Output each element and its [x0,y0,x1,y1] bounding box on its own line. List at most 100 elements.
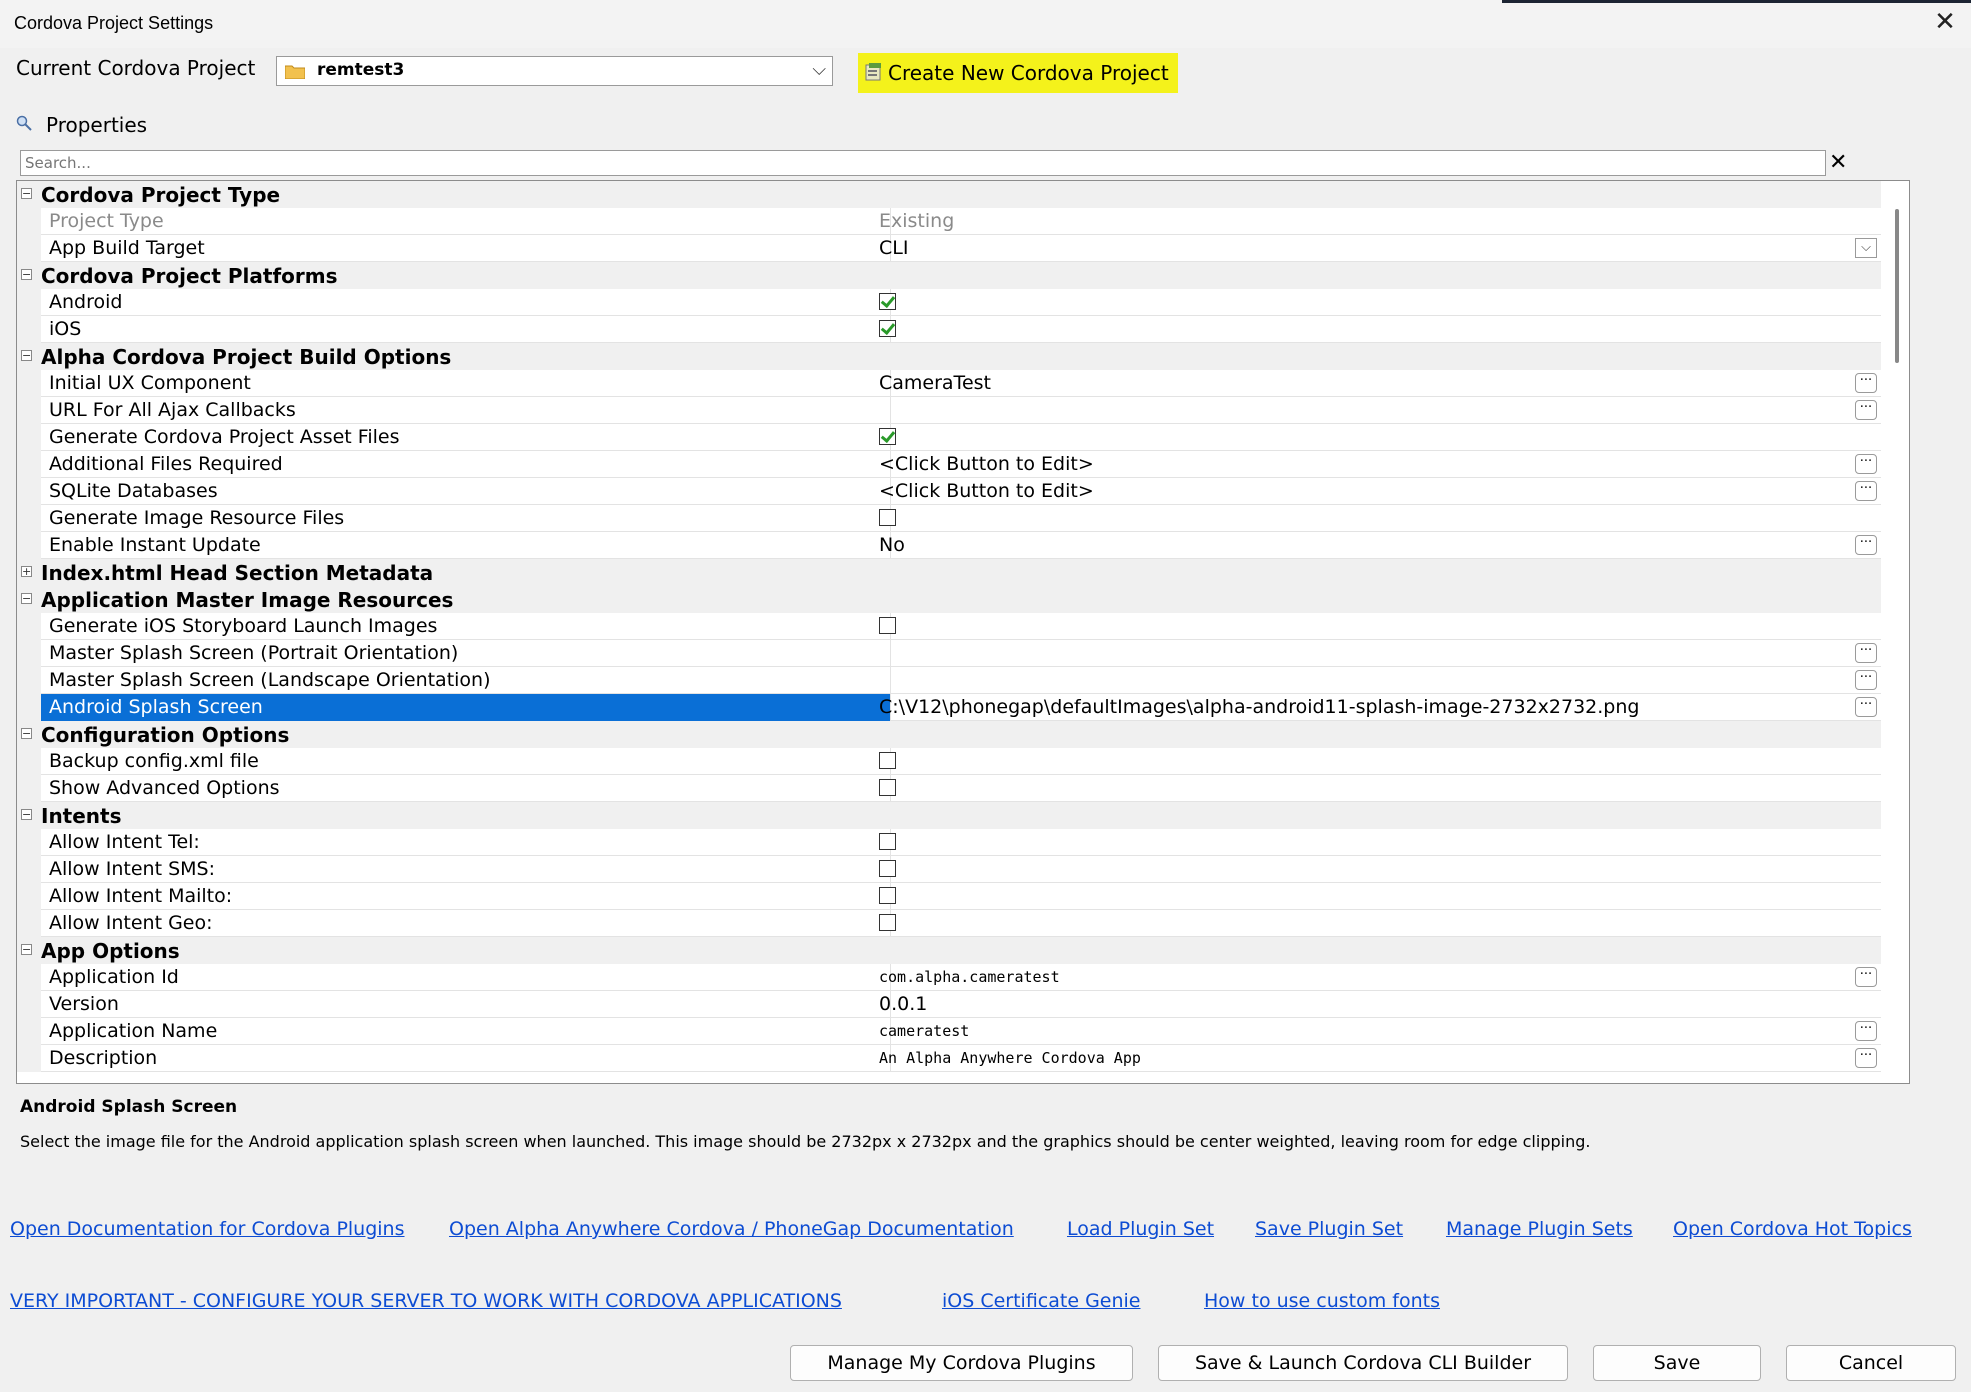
property-checkbox[interactable] [879,779,896,796]
expand-icon[interactable]: + [21,566,32,577]
collapse-icon[interactable]: − [21,728,32,739]
link-custom-fonts[interactable]: How to use custom fonts [1204,1290,1440,1312]
property-name[interactable]: Additional Files Required [41,451,891,478]
link-configure-server[interactable]: VERY IMPORTANT - CONFIGURE YOUR SERVER T… [10,1290,842,1312]
collapse-icon[interactable]: − [21,809,32,820]
property-value[interactable]: com.alpha.cameratest [875,964,1855,991]
property-row-master-splash-screen-portrait-orientation[interactable]: Master Splash Screen (Portrait Orientati… [17,640,1881,667]
property-checkbox[interactable] [879,509,896,526]
ellipsis-button[interactable]: ··· [1855,670,1877,690]
property-row-allow-intent-mailto[interactable]: Allow Intent Mailto: [17,883,1881,910]
property-row-generate-ios-storyboard-launch-images[interactable]: Generate iOS Storyboard Launch Images [17,613,1881,640]
property-value[interactable]: CameraTest [875,370,1855,397]
chevron-down-icon[interactable]: ⌵ [812,59,826,80]
property-name[interactable]: Android Splash Screen [41,694,891,721]
property-checkbox[interactable] [879,860,896,877]
vertical-scrollbar[interactable] [1885,181,1909,1083]
property-row-android[interactable]: Android [17,289,1881,316]
ellipsis-button[interactable]: ··· [1855,1048,1877,1068]
property-name[interactable]: Version [41,991,891,1018]
category-row-intents[interactable]: − Intents [17,802,1881,829]
ellipsis-button[interactable]: ··· [1855,454,1877,474]
property-row-initial-ux-component[interactable]: Initial UX Component CameraTest ··· [17,370,1881,397]
property-row-project-type[interactable]: Project Type Existing [17,208,1881,235]
property-row-app-build-target[interactable]: App Build Target CLI ⌵ [17,235,1881,262]
property-name[interactable]: Application Name [41,1018,891,1045]
property-name[interactable]: Generate Cordova Project Asset Files [41,424,891,451]
property-checkbox[interactable] [879,428,896,445]
property-search[interactable] [20,150,1826,176]
property-checkbox[interactable] [879,887,896,904]
property-name[interactable]: SQLite Databases [41,478,891,505]
category-row-cordova-project-type[interactable]: − Cordova Project Type [17,181,1881,208]
collapse-icon[interactable]: − [21,944,32,955]
property-name[interactable]: Show Advanced Options [41,775,891,802]
property-name[interactable]: Allow Intent SMS: [41,856,891,883]
link-save-plugin-set[interactable]: Save Plugin Set [1255,1218,1403,1240]
property-checkbox[interactable] [879,833,896,850]
property-name[interactable]: Application Id [41,964,891,991]
property-value[interactable]: 0.0.1 [875,991,1855,1018]
link-load-plugin-set[interactable]: Load Plugin Set [1067,1218,1214,1240]
property-name[interactable]: Project Type [41,208,891,235]
property-name[interactable]: Enable Instant Update [41,532,891,559]
property-name[interactable]: Generate iOS Storyboard Launch Images [41,613,891,640]
property-checkbox[interactable] [879,617,896,634]
ellipsis-button[interactable]: ··· [1855,373,1877,393]
ellipsis-button[interactable]: ··· [1855,967,1877,987]
collapse-icon[interactable]: − [21,593,32,604]
property-value[interactable]: CLI [875,235,1855,262]
property-row-allow-intent-tel[interactable]: Allow Intent Tel: [17,829,1881,856]
property-name[interactable]: Generate Image Resource Files [41,505,891,532]
property-value[interactable]: Existing [875,208,1855,235]
property-value[interactable] [875,667,1855,694]
property-checkbox[interactable] [879,752,896,769]
property-row-generate-image-resource-files[interactable]: Generate Image Resource Files [17,505,1881,532]
property-row-allow-intent-sms[interactable]: Allow Intent SMS: [17,856,1881,883]
property-checkbox[interactable] [879,914,896,931]
save-launch-button[interactable]: Save & Launch Cordova CLI Builder [1158,1345,1568,1381]
property-value[interactable] [875,397,1855,424]
property-value[interactable]: cameratest [875,1018,1855,1045]
property-name[interactable]: Backup config.xml file [41,748,891,775]
ellipsis-button[interactable]: ··· [1855,1021,1877,1041]
property-name[interactable]: Allow Intent Tel: [41,829,891,856]
category-row-configuration-options[interactable]: − Configuration Options [17,721,1881,748]
property-name[interactable]: URL For All Ajax Callbacks [41,397,891,424]
property-checkbox[interactable] [879,293,896,310]
manage-plugins-button[interactable]: Manage My Cordova Plugins [790,1345,1133,1381]
collapse-icon[interactable]: − [21,269,32,280]
property-row-application-name[interactable]: Application Name cameratest ··· [17,1018,1881,1045]
property-row-allow-intent-geo[interactable]: Allow Intent Geo: [17,910,1881,937]
property-value[interactable] [875,640,1855,667]
property-name[interactable]: Android [41,289,891,316]
cancel-button[interactable]: Cancel [1786,1345,1956,1381]
property-name[interactable]: Master Splash Screen (Portrait Orientati… [41,640,891,667]
category-row-app-options[interactable]: − App Options [17,937,1881,964]
category-row-application-master-image-resources[interactable]: − Application Master Image Resources [17,586,1881,613]
link-phonegap-docs[interactable]: Open Alpha Anywhere Cordova / PhoneGap D… [449,1218,1014,1240]
property-value[interactable]: An Alpha Anywhere Cordova App [875,1045,1855,1072]
property-row-enable-instant-update[interactable]: Enable Instant Update No ··· [17,532,1881,559]
property-name[interactable]: Allow Intent Mailto: [41,883,891,910]
property-search-input[interactable] [21,151,1825,175]
category-row-alpha-cordova-project-build-options[interactable]: − Alpha Cordova Project Build Options [17,343,1881,370]
property-row-additional-files-required[interactable]: Additional Files Required <Click Button t… [17,451,1881,478]
property-row-android-splash-screen[interactable]: Android Splash Screen C:\V12\phonegap\def… [17,694,1881,721]
create-project-button[interactable]: Create New Cordova Project [858,53,1178,93]
property-value[interactable]: C:\V12\phonegap\defaultImages\alpha-andr… [875,694,1855,721]
property-value[interactable]: <Click Button to Edit> [875,451,1855,478]
property-row-sqlite-databases[interactable]: SQLite Databases <Click Button to Edit> ··… [17,478,1881,505]
property-row-ios[interactable]: iOS [17,316,1881,343]
property-row-version[interactable]: Version 0.0.1 [17,991,1881,1018]
clear-search-icon[interactable]: ✕ [1829,150,1847,175]
property-row-show-advanced-options[interactable]: Show Advanced Options [17,775,1881,802]
collapse-icon[interactable]: − [21,188,32,199]
collapse-icon[interactable]: − [21,350,32,361]
property-row-description[interactable]: Description An Alpha Anywhere Cordova App… [17,1045,1881,1072]
link-plugins-docs[interactable]: Open Documentation for Cordova Plugins [10,1218,405,1240]
chevron-down-icon[interactable]: ⌵ [1855,238,1877,258]
project-select[interactable]: remtest3 ⌵ [276,56,833,86]
ellipsis-button[interactable]: ··· [1855,481,1877,501]
ellipsis-button[interactable]: ··· [1855,400,1877,420]
